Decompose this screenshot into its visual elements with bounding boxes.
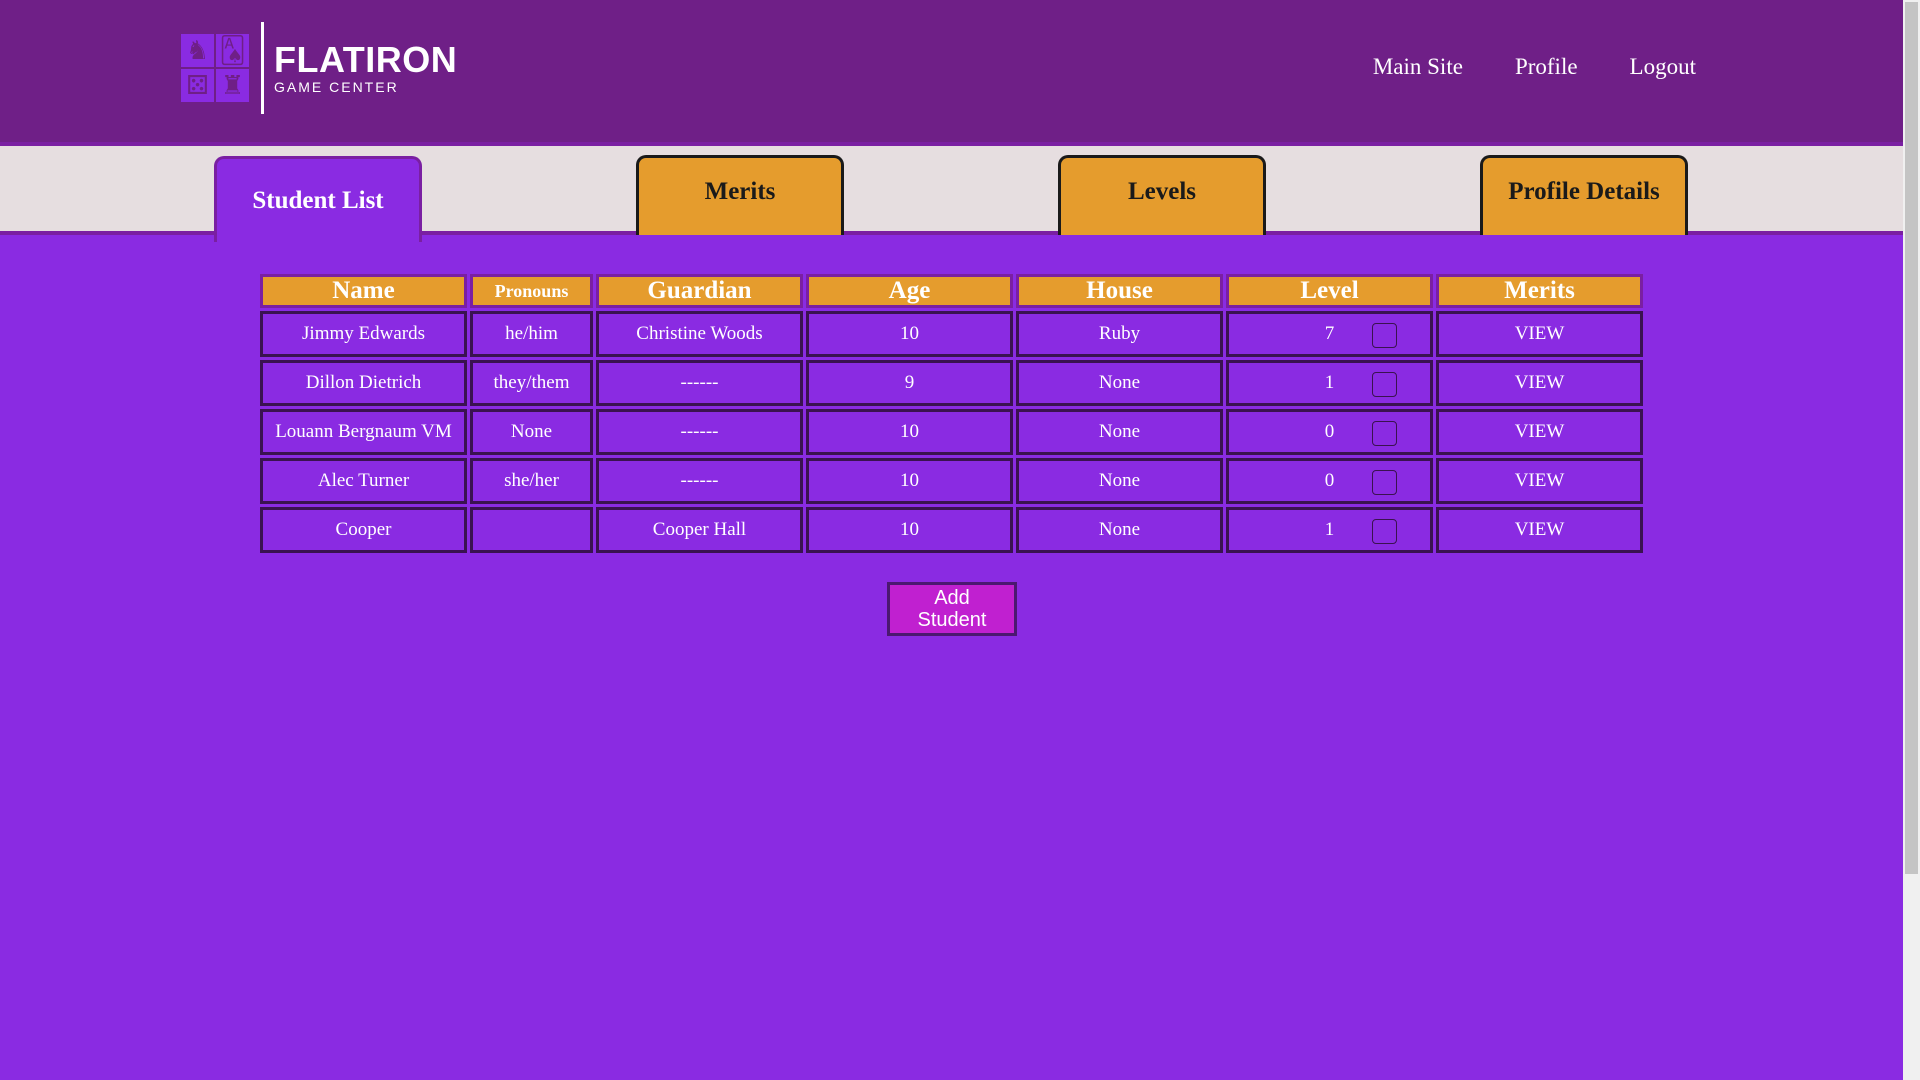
header-name: Name (260, 274, 467, 308)
student-table: Name Pronouns Guardian Age House Level M… (257, 271, 1646, 556)
merits-view-link[interactable]: VIEW (1436, 507, 1643, 553)
tab-merits[interactable]: Merits (636, 155, 844, 235)
cell-pronouns: they/them (470, 360, 593, 406)
level-value: 0 (1324, 421, 1335, 442)
cell-level: 1 (1226, 507, 1433, 553)
nav-main-site[interactable]: Main Site (1373, 54, 1463, 80)
cell-age: 10 (806, 458, 1013, 504)
cell-level: 7 (1226, 311, 1433, 357)
cell-age: 10 (806, 409, 1013, 455)
cell-house: None (1016, 409, 1223, 455)
merits-view-link[interactable]: VIEW (1436, 409, 1643, 455)
cell-level: 0 (1226, 458, 1433, 504)
level-up-checkbox[interactable] (1372, 519, 1397, 544)
header-level: Level (1226, 274, 1433, 308)
cell-name: Cooper (260, 507, 467, 553)
cell-guardian: ------ (596, 409, 803, 455)
header-merits: Merits (1436, 274, 1643, 308)
level-up-checkbox[interactable] (1372, 323, 1397, 348)
nav-profile[interactable]: Profile (1515, 54, 1578, 80)
table-row: Alec Turner she/her ------ 10 None 0 VIE… (260, 458, 1643, 504)
cell-name: Dillon Dietrich (260, 360, 467, 406)
level-up-checkbox[interactable] (1372, 372, 1397, 397)
add-student-button[interactable]: Add Student (887, 582, 1017, 636)
level-value: 0 (1324, 470, 1335, 491)
student-table-wrapper: Name Pronouns Guardian Age House Level M… (257, 271, 1646, 556)
table-row: Jimmy Edwards he/him Christine Woods 10 … (260, 311, 1643, 357)
cell-level: 0 (1226, 409, 1433, 455)
logo-subtitle: GAME CENTER (274, 79, 399, 95)
cell-pronouns (470, 507, 593, 553)
cell-name: Jimmy Edwards (260, 311, 467, 357)
merits-view-link[interactable]: VIEW (1436, 360, 1643, 406)
cell-guardian: Christine Woods (596, 311, 803, 357)
dice-icon: ⚄ (181, 69, 214, 102)
table-row: Dillon Dietrich they/them ------ 9 None … (260, 360, 1643, 406)
cell-guardian: ------ (596, 458, 803, 504)
cell-pronouns: she/her (470, 458, 593, 504)
header-pronouns: Pronouns (470, 274, 593, 308)
level-value: 7 (1324, 323, 1335, 344)
tab-student-list[interactable]: Student List (214, 156, 422, 242)
page-scrollbar[interactable] (1903, 0, 1920, 1080)
merits-view-link[interactable]: VIEW (1436, 311, 1643, 357)
scrollbar-thumb[interactable] (1905, 2, 1918, 874)
level-value: 1 (1324, 519, 1335, 540)
header: ♞ 🂡 ⚄ ♜ FLATIRON GAME CENTER Main Site P… (0, 0, 1903, 142)
knight-icon: ♞ (181, 34, 214, 67)
cell-name: Louann Bergnaum VM (260, 409, 467, 455)
cell-house: None (1016, 458, 1223, 504)
level-up-checkbox[interactable] (1372, 470, 1397, 495)
tab-bar: Student List Merits Levels Profile Detai… (0, 142, 1903, 242)
table-row: Cooper Cooper Hall 10 None 1 VIEW (260, 507, 1643, 553)
logo-mark: ♞ 🂡 ⚄ ♜ (181, 34, 249, 102)
cell-guardian: Cooper Hall (596, 507, 803, 553)
cell-level: 1 (1226, 360, 1433, 406)
cell-pronouns: he/him (470, 311, 593, 357)
level-value: 1 (1324, 372, 1335, 393)
cell-house: Ruby (1016, 311, 1223, 357)
tab-profile-details[interactable]: Profile Details (1480, 155, 1688, 235)
page: ♞ 🂡 ⚄ ♜ FLATIRON GAME CENTER Main Site P… (0, 0, 1903, 1080)
logo-text: FLATIRON GAME CENTER (274, 39, 458, 96)
level-up-checkbox[interactable] (1372, 421, 1397, 446)
cell-pronouns: None (470, 409, 593, 455)
cell-age: 10 (806, 311, 1013, 357)
cell-name: Alec Turner (260, 458, 467, 504)
logo-divider (261, 22, 264, 114)
table-header-row: Name Pronouns Guardian Age House Level M… (260, 274, 1643, 308)
rook-icon: ♜ (216, 69, 249, 102)
cell-house: None (1016, 360, 1223, 406)
cell-house: None (1016, 507, 1223, 553)
cell-age: 10 (806, 507, 1013, 553)
merits-view-link[interactable]: VIEW (1436, 458, 1643, 504)
nav-logout[interactable]: Logout (1630, 54, 1696, 80)
cell-guardian: ------ (596, 360, 803, 406)
header-house: House (1016, 274, 1223, 308)
cell-age: 9 (806, 360, 1013, 406)
logo[interactable]: ♞ 🂡 ⚄ ♜ FLATIRON GAME CENTER (181, 22, 457, 114)
header-age: Age (806, 274, 1013, 308)
header-guardian: Guardian (596, 274, 803, 308)
tab-levels[interactable]: Levels (1058, 155, 1266, 235)
top-nav: Main Site Profile Logout (1373, 54, 1696, 80)
table-row: Louann Bergnaum VM None ------ 10 None 0… (260, 409, 1643, 455)
logo-title: FLATIRON (274, 39, 458, 80)
cards-icon: 🂡 (216, 34, 249, 67)
